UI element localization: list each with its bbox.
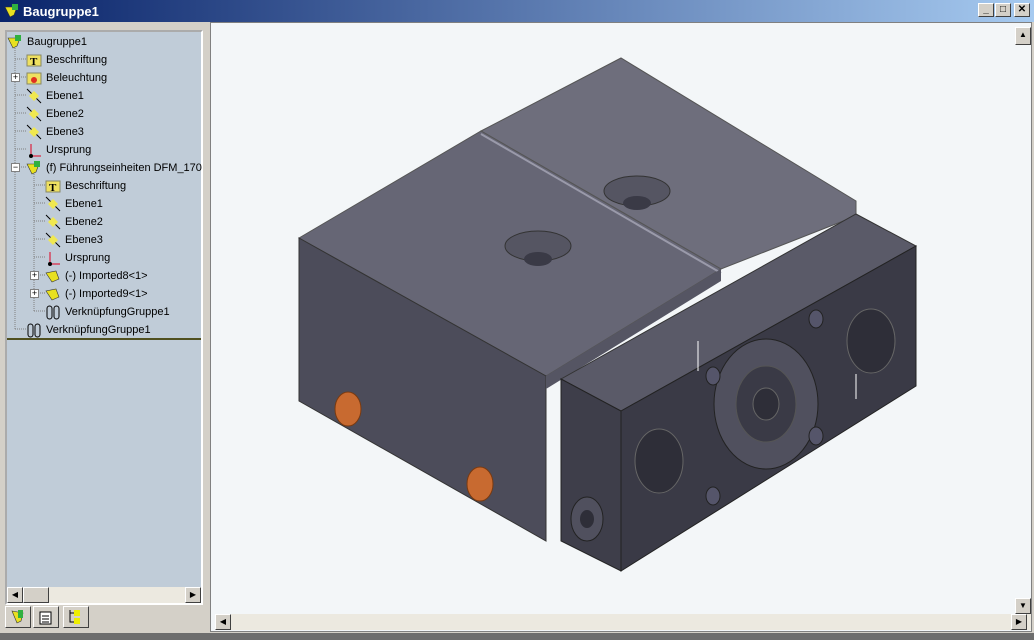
tree-item-label: VerknüpfungGruppe1 xyxy=(65,306,170,318)
feature-manager-tab[interactable] xyxy=(5,606,31,628)
viewport-horizontal-scrollbar[interactable]: ◀ ▶ xyxy=(215,614,1031,630)
annotation-icon: T xyxy=(45,178,61,194)
maximize-button[interactable]: □ xyxy=(995,3,1011,17)
property-manager-tab[interactable] xyxy=(33,606,59,628)
tree-item-label: (-) Imported9<1> xyxy=(65,288,148,300)
tree-item-label: Ebene3 xyxy=(65,234,103,246)
tree-item[interactable]: T Beschriftung xyxy=(26,51,107,69)
tree-item-label: Ursprung xyxy=(65,252,111,264)
assembly-model[interactable] xyxy=(211,23,1016,615)
tree-item-label: Ursprung xyxy=(46,144,92,156)
tree-item[interactable]: Ursprung xyxy=(45,249,110,267)
tree-item-label: Beleuchtung xyxy=(46,72,108,84)
part-icon xyxy=(45,268,61,284)
mates-icon xyxy=(45,304,61,320)
tree-item-label: (-) Imported8<1> xyxy=(65,270,148,282)
tree-item-label: Baugruppe1 xyxy=(27,36,87,48)
tree-item[interactable]: Baugruppe1 xyxy=(7,33,87,51)
graphics-viewport[interactable]: ▲ ▼ ◀ ▶ xyxy=(210,22,1032,632)
tree-item-label: Ebene1 xyxy=(46,90,84,102)
scroll-thumb[interactable] xyxy=(23,587,49,603)
scroll-right-button[interactable]: ▶ xyxy=(1011,614,1027,630)
tree-horizontal-scrollbar[interactable]: ◀ ▶ xyxy=(7,587,201,603)
scroll-up-button[interactable]: ▲ xyxy=(1015,27,1031,45)
tree-item[interactable]: Ebene3 xyxy=(45,231,103,249)
scroll-right-button[interactable]: ▶ xyxy=(185,587,201,603)
tree-item[interactable]: (-) Imported9<1> xyxy=(45,285,148,303)
mates-icon xyxy=(26,322,42,338)
tree-item[interactable]: Ebene3 xyxy=(26,123,84,141)
scroll-down-button[interactable]: ▼ xyxy=(1015,598,1031,614)
plane-icon xyxy=(26,124,42,140)
scroll-left-button[interactable]: ◀ xyxy=(215,614,231,630)
property-icon xyxy=(39,611,52,625)
tree-item[interactable]: Ebene1 xyxy=(45,195,103,213)
tree-item[interactable]: (-) Imported8<1> xyxy=(45,267,148,285)
tree-item[interactable]: Ursprung xyxy=(26,141,91,159)
plane-icon xyxy=(45,232,61,248)
status-bar xyxy=(0,633,1034,640)
configuration-manager-tab[interactable] xyxy=(63,606,89,628)
origin-icon xyxy=(45,250,61,266)
expand-toggle[interactable]: + xyxy=(11,73,20,82)
tree-item[interactable]: VerknüpfungGruppe1 xyxy=(45,303,170,321)
tree-item[interactable]: VerknüpfungGruppe1 xyxy=(26,321,151,339)
feature-tree[interactable]: + − + + Baugruppe1 T Beschriftung Beleuchtu… xyxy=(5,30,203,605)
tree-item-label: Beschriftung xyxy=(65,180,127,192)
tree-item-label: Ebene2 xyxy=(65,216,103,228)
tree-item-label: (f) Führungseinheiten DFM_170 xyxy=(46,162,202,174)
close-button[interactable]: ✕ xyxy=(1014,3,1030,17)
tree-item-label: Beschriftung xyxy=(46,54,108,66)
assembly-icon xyxy=(11,610,24,624)
assembly-icon xyxy=(7,34,23,50)
scroll-left-button[interactable]: ◀ xyxy=(7,587,23,603)
collapse-toggle[interactable]: − xyxy=(11,163,20,172)
tree-item[interactable]: T Beschriftung xyxy=(45,177,126,195)
plane-icon xyxy=(26,88,42,104)
svg-text:T: T xyxy=(49,182,57,194)
plane-icon xyxy=(26,106,42,122)
tree-item-label: Ebene1 xyxy=(65,198,103,210)
lighting-icon xyxy=(26,70,42,86)
tree-item-label: Ebene3 xyxy=(46,126,84,138)
title-bar: Baugruppe1 _ □ ✕ xyxy=(0,0,1034,22)
assembly-icon xyxy=(26,160,42,176)
configuration-icon xyxy=(69,610,80,624)
expand-toggle[interactable]: + xyxy=(30,271,39,280)
tree-item[interactable]: Ebene2 xyxy=(26,105,84,123)
origin-icon xyxy=(26,142,42,158)
tree-item[interactable]: Ebene2 xyxy=(45,213,103,231)
tree-item[interactable]: Beleuchtung xyxy=(26,69,107,87)
tree-item-label: VerknüpfungGruppe1 xyxy=(46,324,151,336)
svg-text:T: T xyxy=(30,56,38,68)
window-title: Baugruppe1 xyxy=(23,3,99,19)
part-icon xyxy=(45,286,61,302)
assembly-icon xyxy=(4,4,18,18)
tree-item[interactable]: Ebene1 xyxy=(26,87,84,105)
annotation-icon: T xyxy=(26,52,42,68)
expand-toggle[interactable]: + xyxy=(30,289,39,298)
minimize-button[interactable]: _ xyxy=(978,3,994,17)
tree-item[interactable]: (f) Führungseinheiten DFM_170 xyxy=(26,159,202,177)
plane-icon xyxy=(45,214,61,230)
tree-item-label: Ebene2 xyxy=(46,108,84,120)
plane-icon xyxy=(45,196,61,212)
